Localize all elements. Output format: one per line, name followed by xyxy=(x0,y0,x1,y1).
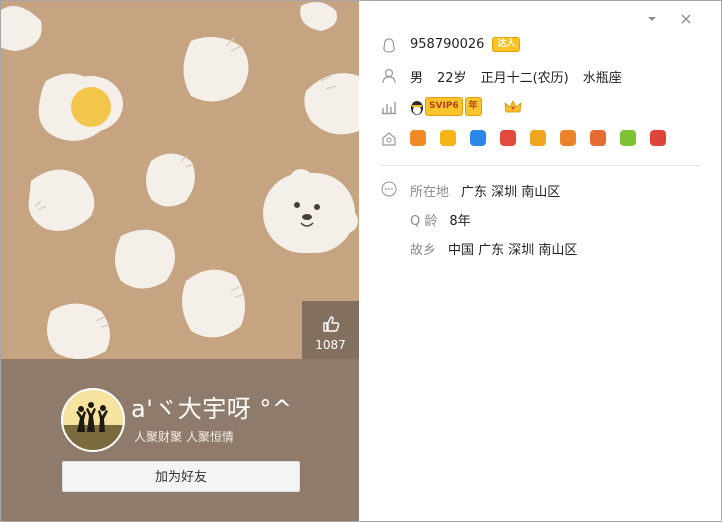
badge-icon[interactable] xyxy=(560,130,576,146)
like-count: 1087 xyxy=(315,338,346,352)
qage-label: Q 龄 xyxy=(410,214,438,229)
music-note-icon[interactable] xyxy=(530,130,546,146)
birthday: 正月十二(农历) xyxy=(480,71,569,86)
section-divider xyxy=(380,165,701,166)
signature: 人聚财聚 人聚恒情 xyxy=(134,430,234,444)
chevron-down-icon[interactable] xyxy=(642,9,662,29)
like-button[interactable]: 1087 xyxy=(302,301,359,359)
svip-badge[interactable]: SVIP6 xyxy=(425,97,463,116)
crown-icon[interactable] xyxy=(504,99,522,115)
level-chart-icon xyxy=(380,98,398,116)
add-friend-button[interactable]: 加为好友 xyxy=(62,461,300,492)
qage-value: 8年 xyxy=(449,214,471,229)
profile-band: a'ヾ大宇呀 °^ 人聚财聚 人聚恒情 加为好友 xyxy=(1,359,359,521)
qq-show-icon[interactable] xyxy=(410,130,426,146)
star-icon[interactable] xyxy=(440,130,456,146)
cover-panel: 1087 a'ヾ大宇呀 °^ 人聚财聚 人聚恒情 加为好友 xyxy=(1,1,359,521)
services-list xyxy=(410,130,680,146)
penguin-icon[interactable] xyxy=(500,130,516,146)
more-dots-icon xyxy=(380,180,398,198)
user-icon xyxy=(380,67,398,85)
house-icon xyxy=(380,130,398,148)
qq-number: 958790026 xyxy=(410,37,485,52)
qq-talent-badge[interactable]: 达人 xyxy=(492,37,521,52)
shield-check-icon[interactable] xyxy=(470,130,486,146)
location-label: 所在地 xyxy=(410,185,450,200)
thumbs-up-icon xyxy=(322,316,339,332)
profile-window: 1087 a'ヾ大宇呀 °^ 人聚财聚 人聚恒情 加为好友 958790026 … xyxy=(0,0,722,522)
gender: 男 xyxy=(410,71,424,86)
age: 22岁 xyxy=(437,71,467,86)
hometown-label: 故乡 xyxy=(410,243,437,258)
penguin-outline-icon xyxy=(380,37,398,55)
hometown-value: 中国 广东 深圳 南山区 xyxy=(448,243,578,258)
info-panel: 958790026 达人 男 22岁 正月十二(农历) 水瓶座 SVIP6 年 … xyxy=(360,1,721,521)
vip-penguin-icon xyxy=(411,100,423,115)
close-icon[interactable] xyxy=(676,9,696,29)
red-logo-icon[interactable] xyxy=(650,130,666,146)
location-value: 广东 深圳 南山区 xyxy=(461,185,561,200)
avatar-image xyxy=(63,390,123,450)
green-music-icon[interactable] xyxy=(620,130,636,146)
nickname: a'ヾ大宇呀 °^ xyxy=(131,395,293,423)
zodiac: 水瓶座 xyxy=(582,71,622,86)
year-badge[interactable]: 年 xyxy=(464,97,482,116)
game-icon[interactable] xyxy=(590,130,606,146)
avatar[interactable] xyxy=(61,388,125,452)
